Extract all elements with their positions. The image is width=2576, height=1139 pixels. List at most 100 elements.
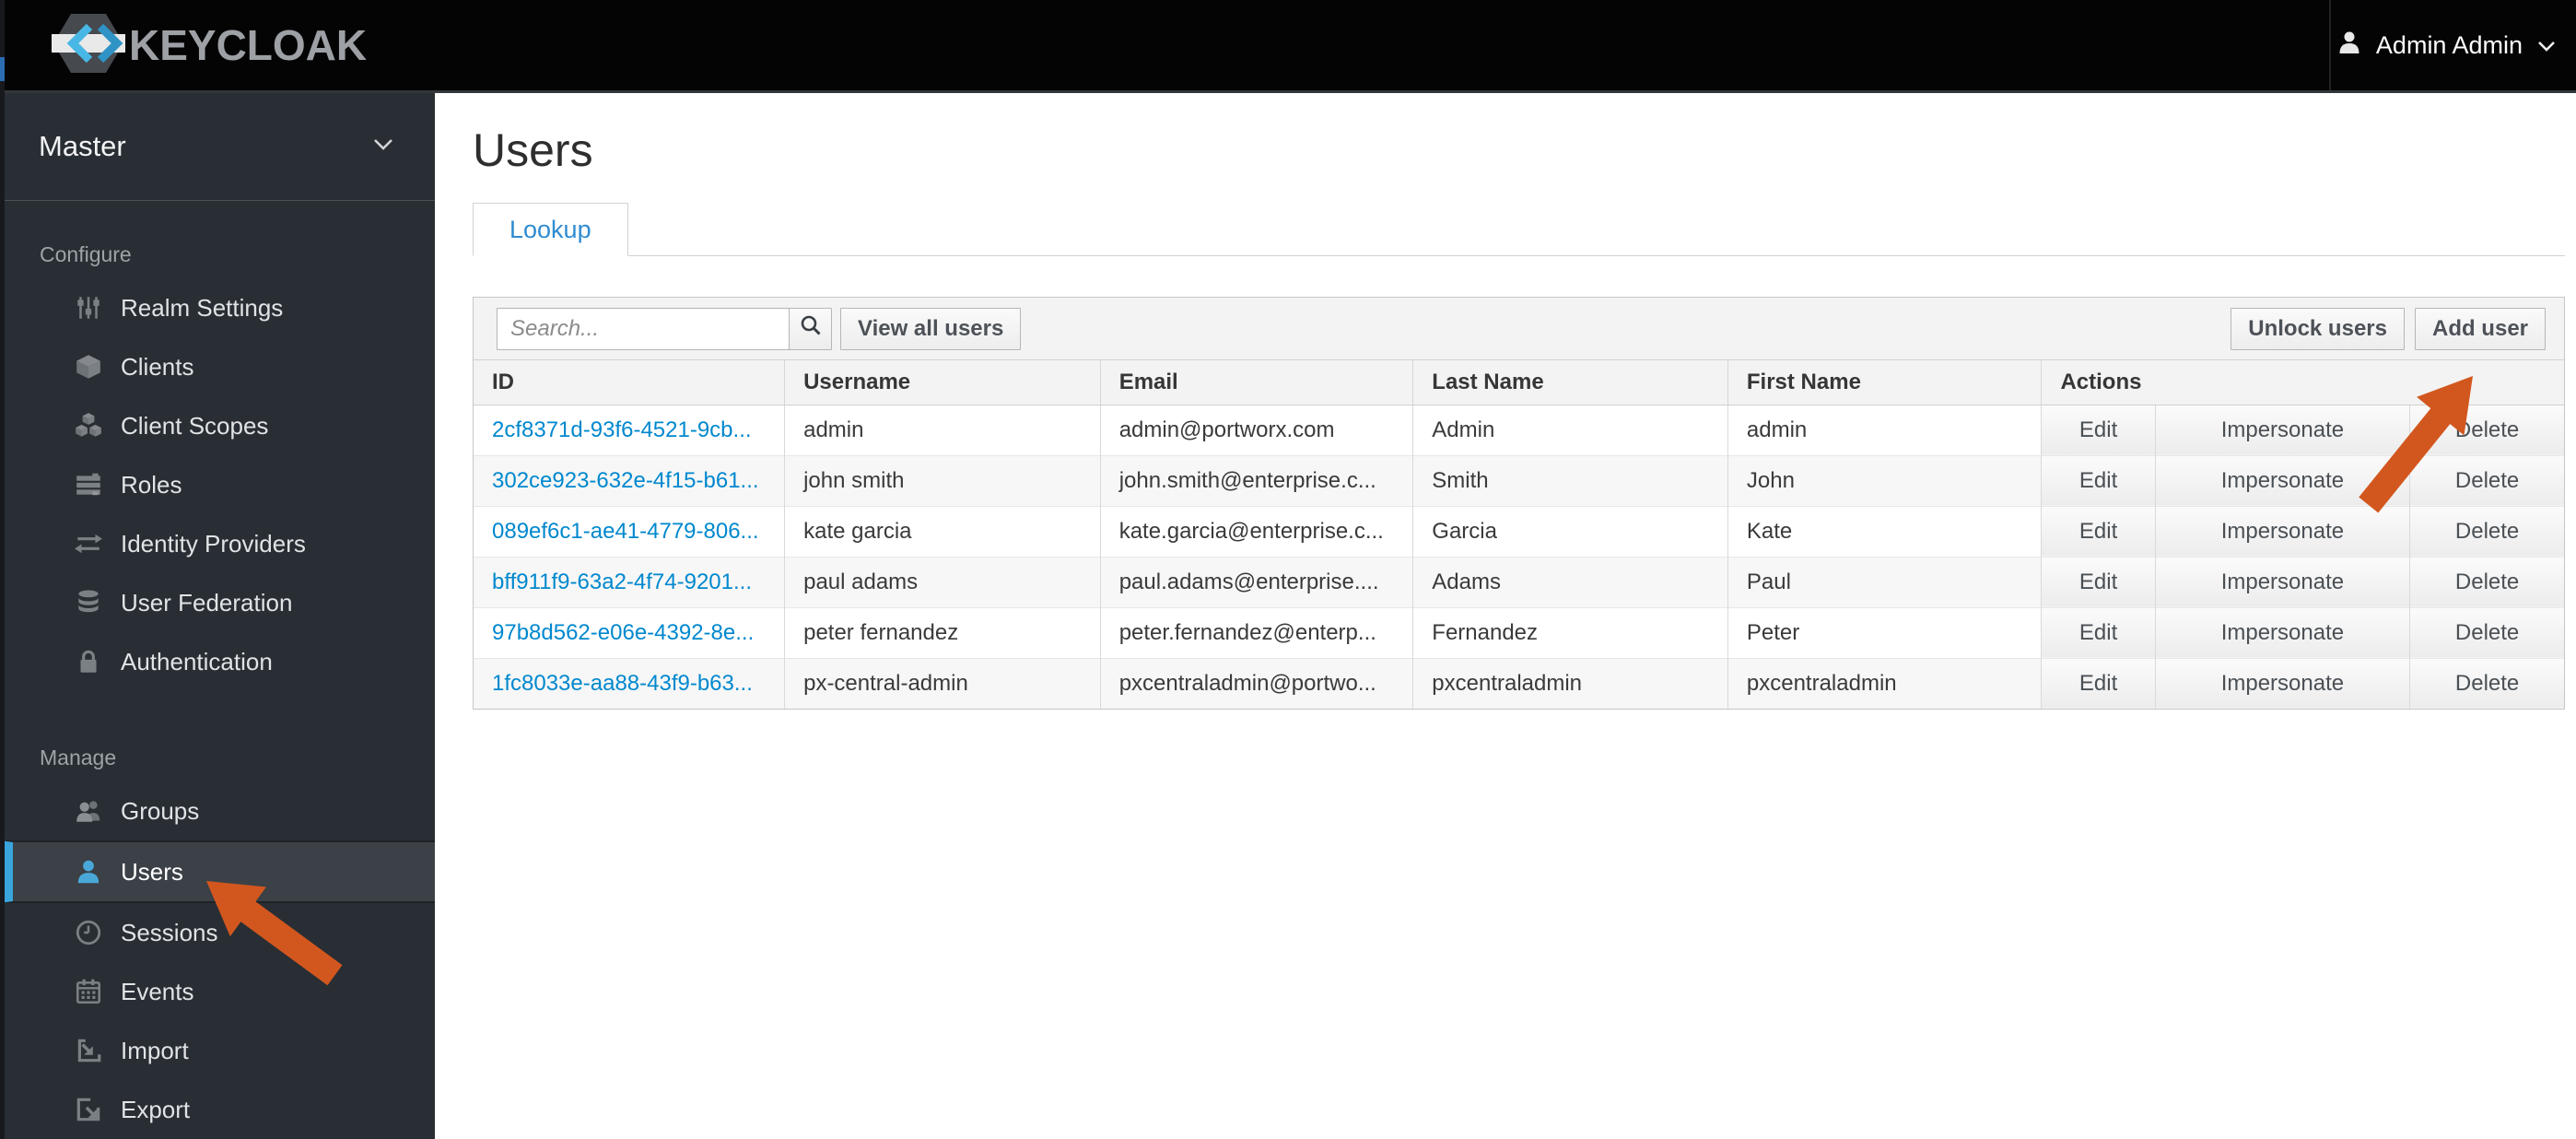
edit-action[interactable]: Edit [2041, 505, 2156, 557]
keycloak-admin-console: KEYCLOAK Admin Admin Master Configure Re… [0, 0, 2576, 1139]
sidebar-nav: Configure Realm Settings Clients Client … [0, 241, 435, 1139]
search-input[interactable] [497, 307, 790, 350]
impersonate-action[interactable]: Impersonate [2155, 606, 2411, 658]
table-toolbar: View all users Unlock users Add user [474, 298, 2564, 360]
group-icon [71, 794, 106, 828]
delete-action[interactable]: Delete [2409, 657, 2564, 709]
nav-section-label: Manage [40, 746, 117, 769]
sidebar-item-label: Groups [121, 796, 200, 825]
impersonate-action[interactable]: Impersonate [2155, 405, 2411, 455]
email-cell: admin@portworx.com [1100, 405, 1414, 455]
delete-action[interactable]: Delete [2409, 505, 2564, 557]
email-cell: peter.fernandez@enterp... [1100, 606, 1414, 658]
column-header-username: Username [784, 360, 1101, 405]
sidebar-item-client-scopes[interactable]: Client Scopes [0, 396, 435, 455]
table-row: 302ce923-632e-4f15-b61... john smith joh… [474, 454, 2564, 506]
topbar: KEYCLOAK Admin Admin [0, 0, 2576, 93]
table-header-row: ID Username Email Last Name First Name A… [474, 360, 2564, 405]
delete-action[interactable]: Delete [2409, 606, 2564, 658]
sidebar: Master Configure Realm Settings Clients … [0, 93, 435, 1139]
sidebar-item-sessions[interactable]: Sessions [0, 903, 435, 962]
impersonate-action[interactable]: Impersonate [2155, 505, 2411, 557]
sidebar-item-roles[interactable]: Roles [0, 455, 435, 514]
impersonate-action[interactable]: Impersonate [2155, 556, 2411, 607]
user-id-link[interactable]: bff911f9-63a2-4f74-9201... [492, 570, 752, 594]
search-button[interactable] [789, 307, 832, 350]
sidebar-item-authentication[interactable]: Authentication [0, 632, 435, 691]
sidebar-item-export[interactable]: Export [0, 1080, 435, 1139]
view-all-users-button[interactable]: View all users [840, 307, 1022, 350]
firstname-cell: Paul [1727, 556, 2043, 607]
username-cell: kate garcia [784, 505, 1101, 557]
nav-section-configure: Configure Realm Settings Clients Client … [0, 241, 435, 691]
lastname-cell: Admin [1412, 405, 1728, 455]
edit-action[interactable]: Edit [2041, 454, 2156, 506]
impersonate-action[interactable]: Impersonate [2155, 454, 2411, 506]
tabbar: Lookup [473, 203, 2565, 256]
sidebar-item-label: User Federation [121, 588, 293, 616]
edit-action[interactable]: Edit [2041, 606, 2156, 658]
sidebar-item-user-federation[interactable]: User Federation [0, 573, 435, 632]
edit-action[interactable]: Edit [2041, 405, 2156, 455]
user-icon [71, 855, 106, 888]
delete-action[interactable]: Delete [2409, 454, 2564, 506]
email-cell: john.smith@enterprise.c... [1100, 454, 1414, 506]
import-icon [71, 1034, 106, 1067]
user-id-link[interactable]: 302ce923-632e-4f15-b61... [492, 468, 759, 493]
sidebar-item-import[interactable]: Import [0, 1021, 435, 1080]
edit-action[interactable]: Edit [2041, 556, 2156, 607]
sidebar-item-users[interactable]: Users [0, 840, 435, 903]
screen-edge-artifact-chip [0, 57, 5, 81]
sidebar-item-clients[interactable]: Clients [0, 337, 435, 396]
realm-name: Master [39, 130, 126, 162]
chevron-down-icon [2535, 31, 2558, 60]
clock-icon [71, 916, 106, 949]
list-bars-icon [71, 468, 106, 501]
sidebar-item-identity-providers[interactable]: Identity Providers [0, 514, 435, 573]
column-header-lastname: Last Name [1412, 360, 1728, 405]
sidebar-item-label: Export [121, 1095, 191, 1123]
sidebar-item-label: Authentication [121, 647, 273, 675]
cubes-icon [71, 409, 106, 442]
calendar-icon [71, 975, 106, 1008]
lastname-cell: Adams [1412, 556, 1728, 607]
user-id-link[interactable]: 97b8d562-e06e-4392-8e... [492, 620, 754, 645]
unlock-users-button[interactable]: Unlock users [2231, 307, 2405, 350]
firstname-cell: Peter [1727, 606, 2043, 658]
sidebar-item-label: Import [121, 1036, 189, 1064]
user-menu-label: Admin Admin [2375, 30, 2523, 59]
delete-action[interactable]: Delete [2409, 556, 2564, 607]
column-header-actions: Actions [2041, 360, 2564, 405]
column-header-email: Email [1100, 360, 1414, 405]
table-row: bff911f9-63a2-4f74-9201... paul adams pa… [474, 556, 2564, 607]
edit-action[interactable]: Edit [2041, 657, 2156, 709]
add-user-button[interactable]: Add user [2414, 307, 2546, 350]
nav-section-label: Configure [40, 242, 132, 266]
firstname-cell: pxcentraladmin [1727, 657, 2043, 709]
delete-action[interactable]: Delete [2409, 405, 2564, 455]
keycloak-brand-link[interactable]: KEYCLOAK [52, 11, 367, 80]
sidebar-item-realm-settings[interactable]: Realm Settings [0, 278, 435, 337]
sidebar-item-label: Users [121, 857, 183, 886]
lastname-cell: pxcentraladmin [1412, 657, 1728, 709]
export-icon [71, 1093, 106, 1126]
sidebar-item-events[interactable]: Events [0, 962, 435, 1021]
username-cell: peter fernandez [784, 606, 1101, 658]
lastname-cell: Fernandez [1412, 606, 1728, 658]
user-id-link[interactable]: 089ef6c1-ae41-4779-806... [492, 519, 759, 544]
user-avatar-icon [2336, 29, 2363, 63]
sidebar-item-groups[interactable]: Groups [0, 781, 435, 840]
user-id-link[interactable]: 2cf8371d-93f6-4521-9cb... [492, 417, 752, 442]
firstname-cell: John [1727, 454, 2043, 506]
users-datatable: View all users Unlock users Add user ID … [473, 297, 2565, 710]
user-menu[interactable]: Admin Admin [2336, 0, 2558, 90]
main-content: Users Lookup View all [435, 93, 2576, 1139]
tab-lookup[interactable]: Lookup [473, 203, 628, 256]
page-title: Users [473, 124, 593, 176]
sidebar-item-label: Realm Settings [121, 293, 284, 322]
impersonate-action[interactable]: Impersonate [2155, 657, 2411, 709]
realm-selector[interactable]: Master [0, 93, 435, 201]
user-id-link[interactable]: 1fc8033e-aa88-43f9-b63... [492, 671, 753, 696]
sidebar-item-label: Identity Providers [121, 529, 306, 558]
table-row: 089ef6c1-ae41-4779-806... kate garcia ka… [474, 505, 2564, 557]
